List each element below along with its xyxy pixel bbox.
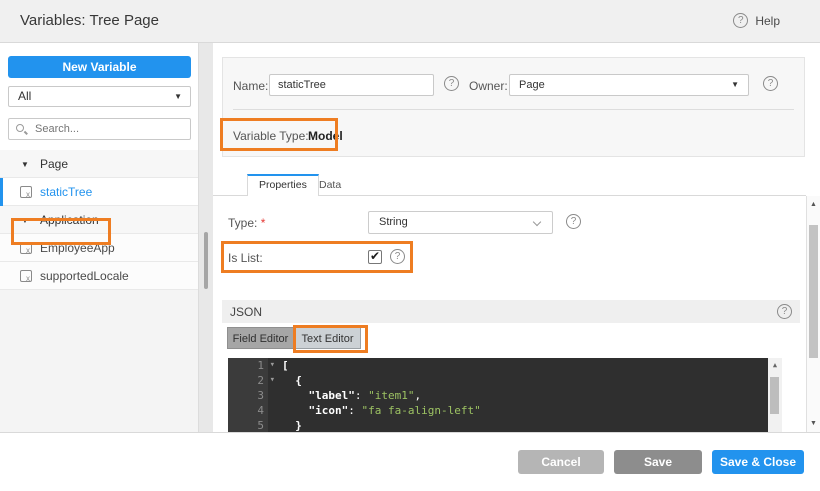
editor-scrollbar[interactable]: ▲	[768, 358, 782, 433]
editor-code-area[interactable]: [ { "label": "item1", "icon": "fa fa-ali…	[268, 358, 768, 433]
variable-filter-select[interactable]: All ▼	[8, 86, 191, 107]
tree-item-label: staticTree	[40, 185, 93, 199]
chevron-down-icon	[532, 217, 542, 227]
variable-type-value: Model	[308, 129, 343, 143]
search-box	[8, 118, 191, 140]
properties-scrollbar[interactable]: ▲ ▼	[806, 196, 820, 433]
tree-group-label: Application	[40, 213, 99, 227]
properties-content: Type: * String ? Is List: ✔ ? JSON ? Fie…	[213, 196, 806, 433]
type-select[interactable]: String	[368, 211, 553, 234]
is-list-help-icon[interactable]: ?	[390, 249, 405, 264]
sidebar-scrollbar[interactable]	[204, 232, 208, 289]
tree-group-label: Page	[40, 157, 69, 171]
tree-group-page[interactable]: ▼ Page	[0, 150, 198, 178]
tree-item-employeeapp[interactable]: x EmployeeApp	[0, 234, 198, 262]
page-title: Variables: Tree Page	[20, 12, 159, 29]
owner-select[interactable]: Page ▼	[509, 74, 749, 96]
tree-item-supportedlocale[interactable]: x supportedLocale	[0, 262, 198, 290]
tree-item-label: EmployeeApp	[40, 241, 115, 255]
collapse-caret-icon: ▼	[21, 160, 29, 169]
json-section-header: JSON ?	[222, 300, 800, 323]
selected-indicator	[0, 178, 3, 206]
fold-caret-icon[interactable]: ▾	[270, 373, 275, 388]
type-label: Type: *	[228, 216, 266, 230]
is-list-label: Is List:	[228, 251, 263, 265]
save-and-close-button[interactable]: Save & Close	[712, 450, 804, 474]
tab-properties[interactable]: Properties	[247, 174, 319, 196]
cancel-button[interactable]: Cancel	[518, 450, 604, 474]
name-help-icon[interactable]: ?	[444, 76, 459, 91]
search-input[interactable]	[35, 119, 185, 139]
variable-type-label: Variable Type:	[233, 129, 309, 143]
help-label: Help	[755, 13, 780, 28]
scroll-down-icon[interactable]: ▼	[807, 420, 820, 427]
help-icon: ?	[733, 13, 749, 28]
type-value: String	[379, 216, 408, 228]
filter-value: All	[18, 89, 32, 103]
required-asterisk: *	[260, 216, 266, 230]
new-variable-button[interactable]: New Variable	[8, 56, 191, 78]
tree-item-label: supportedLocale	[40, 269, 129, 283]
variable-icon: x	[20, 270, 32, 283]
variables-sidebar: New Variable All ▼ ▼ Page x staticTree ▼…	[0, 43, 199, 433]
caret-down-icon: ▼	[731, 80, 739, 89]
dialog-footer: Cancel Save Save & Close	[0, 433, 820, 491]
variable-icon: x	[20, 242, 32, 255]
is-list-checkbox[interactable]: ✔	[368, 249, 382, 264]
tree-item-statictree[interactable]: x staticTree	[0, 178, 198, 206]
owner-help-icon[interactable]: ?	[763, 76, 778, 91]
fold-caret-icon[interactable]: ▾	[270, 358, 275, 373]
owner-value: Page	[519, 79, 545, 91]
dialog-header: Variables: Tree Page ? Help	[0, 0, 820, 43]
properties-scrollbar-thumb[interactable]	[809, 225, 818, 358]
caret-down-icon: ▼	[174, 92, 182, 101]
search-icon	[16, 124, 24, 132]
editor-gutter: 1 ▾ 2 ▾ 3 4 5	[228, 358, 275, 433]
editor-scrollbar-thumb[interactable]	[770, 377, 779, 414]
json-help-icon[interactable]: ?	[777, 304, 792, 319]
name-input[interactable]	[269, 74, 434, 96]
type-help-icon[interactable]: ?	[566, 214, 581, 229]
variable-icon: x	[20, 186, 32, 199]
scroll-up-icon[interactable]: ▲	[807, 201, 820, 208]
scroll-up-icon[interactable]: ▲	[768, 361, 782, 369]
json-title: JSON	[230, 305, 263, 319]
help-link[interactable]: ? Help	[733, 13, 780, 28]
form-divider	[233, 109, 794, 110]
detail-tabs: Properties Data	[213, 174, 806, 196]
text-editor-button[interactable]: Text Editor	[294, 327, 361, 349]
save-button[interactable]: Save	[614, 450, 702, 474]
check-icon: ✔	[370, 249, 381, 263]
field-editor-button[interactable]: Field Editor	[227, 327, 294, 349]
tree-group-application[interactable]: ▼ Application	[0, 206, 198, 234]
variable-form-panel: Name: * ? Owner: * Page ▼ ? Variable Typ…	[222, 57, 805, 157]
json-code-editor[interactable]: 1 ▾ 2 ▾ 3 4 5 [ { "label": "item1", "icon"…	[228, 358, 782, 433]
collapse-caret-icon: ▼	[21, 216, 29, 225]
